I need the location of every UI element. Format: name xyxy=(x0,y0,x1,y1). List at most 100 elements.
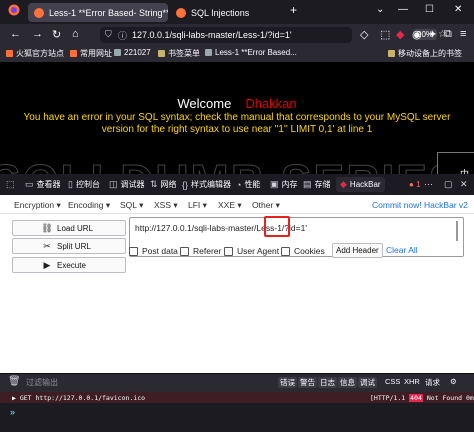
page-info-icon[interactable]: ⓘ xyxy=(118,29,127,42)
shield-icon[interactable]: ⛉ xyxy=(105,29,112,40)
menu-encryption[interactable]: Encryption ▾ xyxy=(14,200,61,211)
forward-arrow-icon[interactable]: → xyxy=(32,28,43,40)
close-window-icon[interactable]: ✕ xyxy=(454,4,462,15)
filter-css[interactable]: CSS xyxy=(383,377,402,386)
pocket-icon[interactable]: ◇ xyxy=(360,28,368,41)
chevron-down-icon[interactable]: ⌄ xyxy=(376,4,384,15)
performance-icon: ◔ xyxy=(236,179,242,190)
bookmarks-toolbar: 火狐官方站点 常用网址 221027 书签菜单 Less-1 **Error B… xyxy=(0,46,474,63)
error-icon: ● xyxy=(409,180,414,189)
trash-icon[interactable]: 🗑 xyxy=(8,376,21,387)
expand-arrow-icon[interactable]: ▶ xyxy=(12,394,16,402)
menu-sql[interactable]: SQL ▾ xyxy=(120,200,143,211)
tab-console[interactable]: ▯ 控制台 xyxy=(68,179,100,190)
tab-label: 性能 xyxy=(244,180,261,189)
menu-xss[interactable]: XSS ▾ xyxy=(154,200,178,211)
tab-style-editor[interactable]: {} 样式编辑器 xyxy=(182,179,231,190)
folder-icon xyxy=(158,50,165,57)
filter-xhr[interactable]: XHR xyxy=(402,377,422,386)
tab-performance[interactable]: ◔ 性能 xyxy=(236,179,260,190)
menu-label: Encoding xyxy=(68,200,104,210)
tab-network[interactable]: ⇅ 网络 xyxy=(150,179,177,190)
welcome-name: Dhakkan xyxy=(245,96,297,111)
textarea-scrollbar[interactable] xyxy=(456,221,458,241)
tab-memory[interactable]: ▣ 内存 xyxy=(270,179,298,190)
cookies-checkbox[interactable]: Cookies xyxy=(281,246,325,256)
console-input[interactable]: » xyxy=(0,403,474,432)
bookmark-item[interactable]: Less-1 **Error Based... xyxy=(205,48,297,57)
bookmark-label: 221027 xyxy=(124,48,151,57)
filter-warnings[interactable]: 警告 xyxy=(298,377,317,388)
firefox-logo-icon xyxy=(8,4,20,19)
maximize-icon[interactable]: ☐ xyxy=(425,4,434,15)
console-toolbar: 🗑 过滤输出 错误 警告 日志 信息 调试 CSS XHR 请求 ⚙ xyxy=(0,373,474,390)
reload-icon[interactable]: ↻ xyxy=(52,28,61,41)
account-icon[interactable]: ◉ xyxy=(412,28,422,41)
dock-icon[interactable]: ▢ xyxy=(444,179,456,190)
menu-xxe[interactable]: XXE ▾ xyxy=(218,200,242,211)
element-picker-icon[interactable]: ⬚ xyxy=(6,179,18,190)
checkbox-box xyxy=(180,246,189,256)
referer-checkbox[interactable]: Referer xyxy=(180,246,221,256)
commit-link[interactable]: Commit now! HackBar v2 xyxy=(372,200,468,210)
menu-lfi[interactable]: LFI ▾ xyxy=(188,200,207,211)
prompt-chevron-icon: » xyxy=(10,407,16,417)
load-url-button[interactable]: ⛓ Load URL xyxy=(12,220,126,236)
tab-label: SQL Injections xyxy=(191,7,250,18)
play-icon: ▶ xyxy=(43,259,51,270)
storage-icon: ▤ xyxy=(303,179,312,189)
puzzle-icon[interactable]: ✦ xyxy=(428,28,437,41)
close-devtools-icon[interactable]: ✕ xyxy=(460,179,471,190)
menu-other[interactable]: Other ▾ xyxy=(252,200,280,211)
execute-button[interactable]: ▶ Execute xyxy=(12,257,126,273)
tab-sql-injections[interactable]: SQL Injections xyxy=(170,3,280,22)
bookmark-item[interactable]: 221027 xyxy=(114,48,151,57)
menu-label: Encryption xyxy=(14,200,55,210)
bookmark-item[interactable]: 移动设备上的书签 xyxy=(388,48,462,59)
console-settings-icon[interactable]: ⚙ xyxy=(448,377,459,386)
button-label: Split URL xyxy=(57,241,91,251)
tab-debugger[interactable]: ◫ 调试器 xyxy=(109,179,145,190)
filter-debug[interactable]: 调试 xyxy=(358,377,377,388)
checkbox-box xyxy=(129,246,138,256)
filter-logs[interactable]: 日志 xyxy=(318,377,337,388)
add-header-button[interactable]: Add Header xyxy=(332,243,383,258)
user-agent-checkbox[interactable]: User Agent xyxy=(224,246,279,256)
menu-icon[interactable]: ≡ xyxy=(460,28,466,40)
menu-encoding[interactable]: Encoding ▾ xyxy=(68,200,110,211)
tab-storage[interactable]: ▤ 存储 xyxy=(303,179,331,190)
globe-icon xyxy=(205,49,212,56)
extension-icon[interactable]: ⬚ xyxy=(380,28,390,41)
back-arrow-icon[interactable]: ← xyxy=(10,28,21,40)
tab-inspector[interactable]: ▭ 查看器 xyxy=(25,179,61,190)
extensions-icon[interactable]: ⧉ xyxy=(444,28,452,41)
minimize-icon[interactable]: — xyxy=(398,4,408,15)
tab-hackbar[interactable]: ◆ HackBar xyxy=(336,177,385,192)
banner-title: SQLI DUMB SERIES xyxy=(0,154,462,175)
hackbar-extension-icon[interactable]: ◆ xyxy=(396,28,404,41)
bookmark-item[interactable]: 书签菜单 xyxy=(158,48,200,59)
filter-requests[interactable]: 请求 xyxy=(423,377,442,388)
welcome-label: Welcome xyxy=(177,96,232,111)
console-filter-input[interactable]: 过滤输出 xyxy=(26,377,58,388)
post-data-checkbox[interactable]: Post data xyxy=(129,246,178,256)
home-icon[interactable]: ⌂ xyxy=(72,28,79,40)
address-bar[interactable]: ⛉ ⓘ 127.0.0.1/sqli-labs-master/Less-1/?i… xyxy=(100,27,447,43)
menu-label: LFI xyxy=(188,200,201,210)
menu-label: XSS xyxy=(154,200,172,210)
log-status-prefix: [HTTP/1.1 xyxy=(370,394,406,402)
tab-less-1[interactable]: Less-1 **Error Based- String** ✕ xyxy=(28,3,168,22)
new-tab-button[interactable]: + xyxy=(290,3,297,17)
filter-info[interactable]: 信息 xyxy=(338,377,357,388)
bookmark-item[interactable]: 常用网址 xyxy=(70,48,112,59)
tab-label: 网络 xyxy=(160,180,177,189)
bookmark-label: 书签菜单 xyxy=(168,49,200,58)
filter-errors[interactable]: 错误 xyxy=(278,377,297,388)
clear-all-link[interactable]: Clear All xyxy=(386,245,418,255)
devtools-options-icon[interactable]: ⋯ xyxy=(424,179,436,190)
split-url-button[interactable]: ✂ Split URL xyxy=(12,238,126,254)
bookmark-item[interactable]: 火狐官方站点 xyxy=(6,48,64,59)
button-label: Load URL xyxy=(57,223,94,233)
error-count-badge[interactable]: ● 1 xyxy=(409,180,421,189)
console-log-entry[interactable]: ▶ GET http://127.0.0.1/favicon.ico [HTTP… xyxy=(0,392,474,403)
